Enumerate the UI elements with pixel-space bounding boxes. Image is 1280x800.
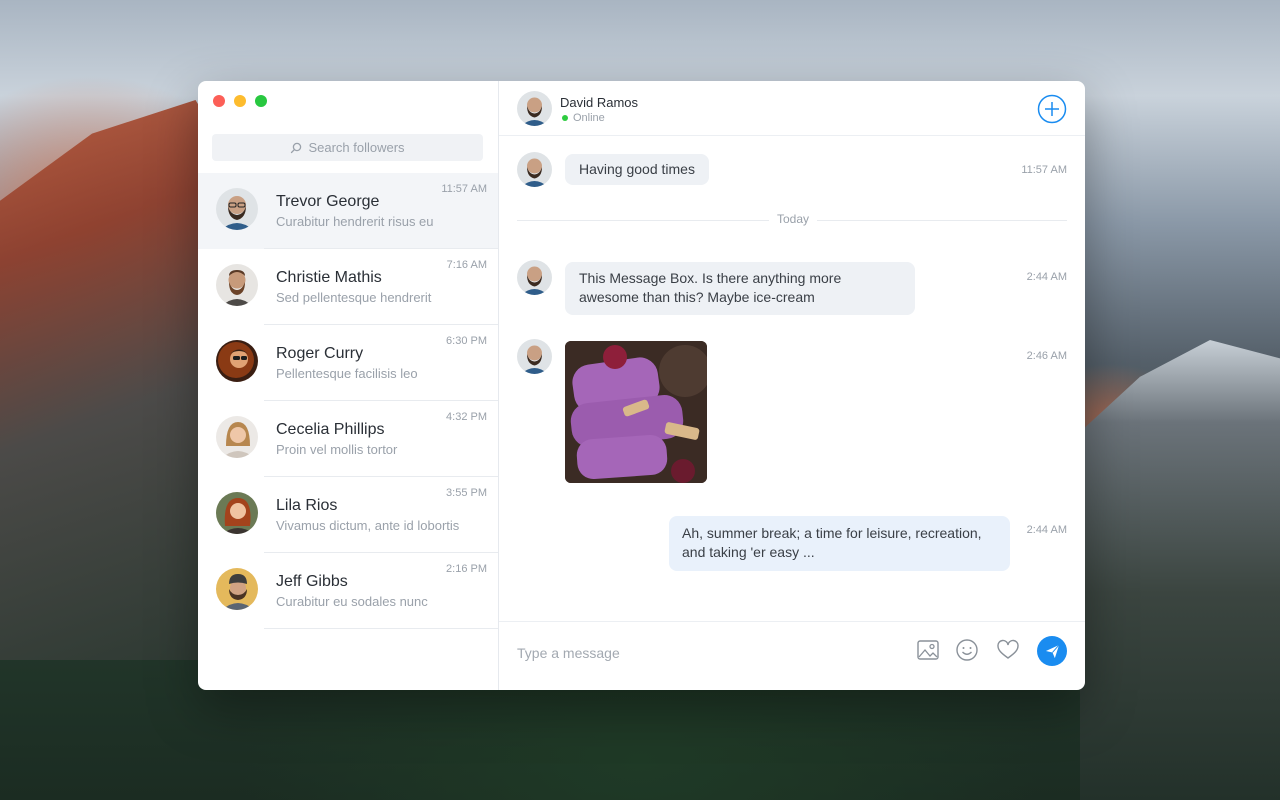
contact-name: Trevor George bbox=[276, 193, 380, 210]
avatar bbox=[216, 340, 258, 382]
contact-preview: Curabitur hendrerit risus eu bbox=[276, 214, 434, 229]
ice-cream-photo[interactable] bbox=[565, 341, 707, 483]
mountain-right bbox=[1080, 340, 1280, 800]
message-time: 2:46 AM bbox=[1026, 350, 1067, 362]
search-followers-input[interactable]: Search followers bbox=[212, 134, 483, 161]
send-icon bbox=[1045, 644, 1059, 658]
message-bubble: This Message Box. Is there anything more… bbox=[565, 262, 915, 315]
chat-header: David Ramos Online bbox=[499, 81, 1085, 136]
window-controls bbox=[213, 95, 267, 107]
contact-name: Christie Mathis bbox=[276, 269, 382, 286]
avatar bbox=[216, 416, 258, 458]
contact-preview: Curabitur eu sodales nunc bbox=[276, 594, 428, 609]
status-text: Online bbox=[573, 112, 605, 124]
contact-item[interactable]: Lila Rios Vivamus dictum, ante id lobort… bbox=[198, 477, 498, 553]
contact-time: 6:30 PM bbox=[446, 335, 487, 347]
heart-icon[interactable] bbox=[996, 638, 1020, 662]
message-avatar bbox=[517, 152, 552, 187]
contact-item[interactable]: Christie Mathis Sed pellentesque hendrer… bbox=[198, 249, 498, 325]
messages-window: Search followers Trevor George Curabitur… bbox=[198, 81, 1085, 690]
contact-time: 4:32 PM bbox=[446, 411, 487, 423]
message-avatar bbox=[517, 260, 552, 295]
message-bubble-outgoing: Ah, summer break; a time for leisure, re… bbox=[669, 516, 1010, 571]
search-placeholder: Search followers bbox=[308, 140, 405, 155]
contact-time: 3:55 PM bbox=[446, 487, 487, 499]
date-divider-label: Today bbox=[769, 212, 818, 226]
emoji-icon[interactable] bbox=[955, 638, 979, 662]
contact-name: Cecelia Phillips bbox=[276, 421, 385, 438]
online-dot-icon bbox=[562, 115, 568, 121]
contact-header-name: David Ramos bbox=[560, 95, 639, 110]
avatar bbox=[216, 492, 258, 534]
contact-preview: Pellentesque facilisis leo bbox=[276, 366, 418, 381]
contact-item[interactable]: Trevor George Curabitur hendrerit risus … bbox=[198, 173, 498, 249]
image-attach-icon[interactable] bbox=[916, 638, 940, 662]
message-composer bbox=[499, 621, 1085, 690]
contact-list: Trevor George Curabitur hendrerit risus … bbox=[198, 173, 498, 629]
close-window-button[interactable] bbox=[213, 95, 225, 107]
contact-name: Jeff Gibbs bbox=[276, 573, 348, 590]
avatar bbox=[216, 264, 258, 306]
contact-preview: Sed pellentesque hendrerit bbox=[276, 290, 432, 305]
message-time: 2:44 AM bbox=[1026, 524, 1067, 536]
avatar bbox=[216, 188, 258, 230]
avatar[interactable] bbox=[517, 91, 552, 126]
mountain-left bbox=[0, 100, 230, 660]
contact-preview: Vivamus dictum, ante id lobortis bbox=[276, 518, 460, 533]
contact-name: Roger Curry bbox=[276, 345, 364, 362]
online-status: Online bbox=[562, 112, 605, 124]
contact-time: 2:16 PM bbox=[446, 563, 487, 575]
contact-time: 11:57 AM bbox=[441, 183, 487, 195]
contact-preview: Proin vel mollis tortor bbox=[276, 442, 398, 457]
message-time: 2:44 AM bbox=[1026, 271, 1067, 283]
sidebar: Search followers Trevor George Curabitur… bbox=[198, 81, 499, 690]
contact-item[interactable]: Roger Curry Pellentesque facilisis leo 6… bbox=[198, 325, 498, 401]
message-avatar bbox=[517, 339, 552, 374]
zoom-window-button[interactable] bbox=[255, 95, 267, 107]
message-bubble: Having good times bbox=[565, 154, 709, 185]
contact-item[interactable]: Jeff Gibbs Curabitur eu sodales nunc 2:1… bbox=[198, 553, 498, 629]
minimize-window-button[interactable] bbox=[234, 95, 246, 107]
search-icon bbox=[291, 142, 302, 153]
contact-name: Lila Rios bbox=[276, 497, 338, 514]
contact-time: 7:16 AM bbox=[446, 259, 487, 271]
chat-panel: David Ramos Online Having good times 11:… bbox=[499, 81, 1085, 690]
message-time: 11:57 AM bbox=[1021, 164, 1067, 176]
contact-item[interactable]: Cecelia Phillips Proin vel mollis tortor… bbox=[198, 401, 498, 477]
send-button[interactable] bbox=[1037, 636, 1067, 666]
avatar bbox=[216, 568, 258, 610]
add-conversation-button[interactable] bbox=[1037, 94, 1067, 124]
message-input[interactable] bbox=[515, 640, 879, 666]
